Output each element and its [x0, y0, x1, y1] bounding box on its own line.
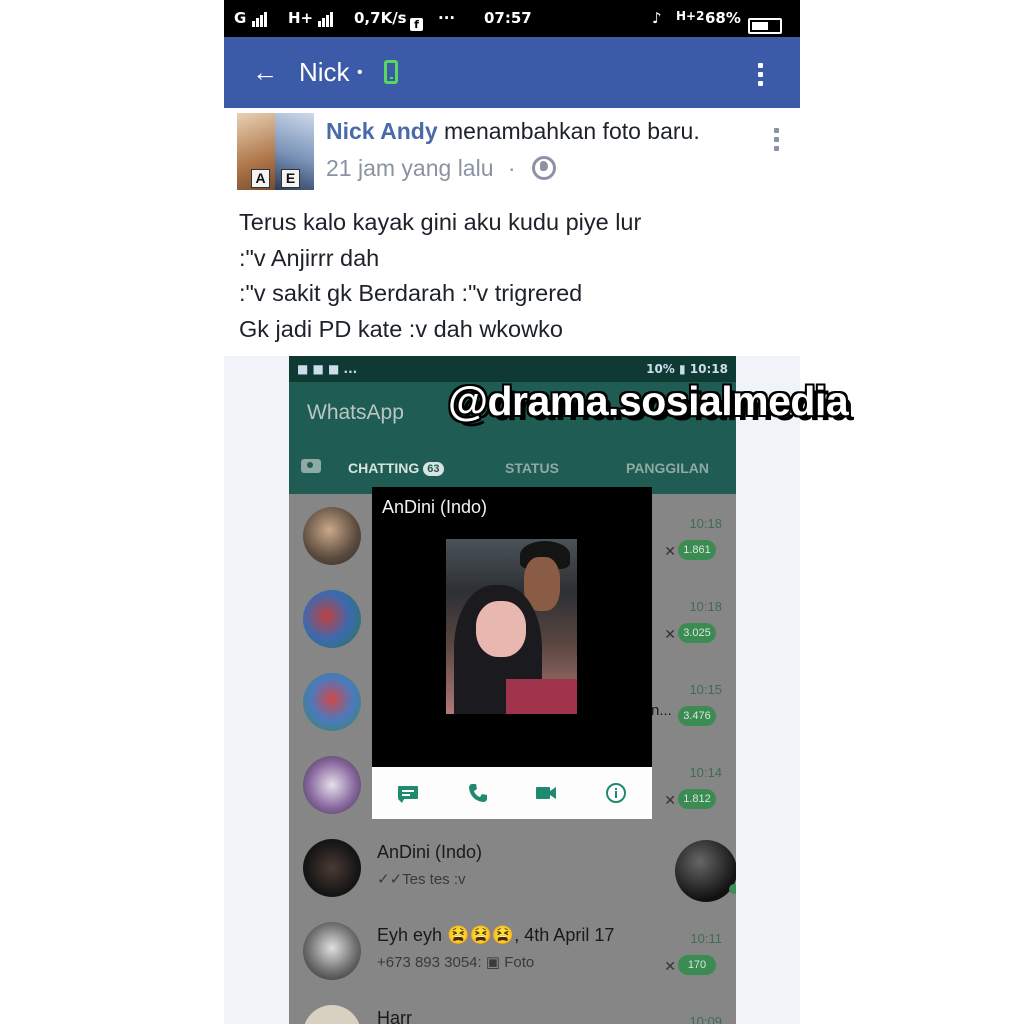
- signal-icon-2: [318, 9, 334, 27]
- unread-badge: 3.025: [678, 623, 716, 643]
- info-icon[interactable]: [604, 781, 628, 805]
- post-line: :"v Anjirrr dah: [239, 244, 380, 271]
- battery-percent: 68%: [705, 9, 741, 27]
- chat-row: Harr 10:09: [289, 992, 736, 1024]
- chat-row: Eyh eyh 😫😫😫, 4th April 17 +673 893 3054:…: [289, 909, 736, 992]
- tab-chatting-count: 63: [423, 462, 444, 476]
- chat-name: Harr: [377, 1008, 412, 1024]
- chat-time: 10:18: [689, 599, 722, 614]
- chat-avatar: [303, 756, 361, 814]
- mute-icon: ✕: [664, 626, 676, 642]
- video-icon[interactable]: [534, 781, 558, 805]
- chat-row: AnDini (Indo) ✓✓Tes tes :v: [289, 826, 736, 909]
- carrier-label-2: H+: [288, 9, 314, 27]
- globe-icon: [531, 156, 556, 180]
- post-options-icon[interactable]: [774, 128, 780, 155]
- mobile-online-icon: [384, 60, 398, 84]
- mute-icon: ♪: [652, 9, 662, 27]
- tab-chatting-label: CHATTING: [348, 460, 420, 476]
- phone-icon[interactable]: [466, 781, 490, 805]
- watermark: @drama.sosialmedia: [448, 378, 849, 424]
- tab-status: STATUS: [505, 460, 559, 476]
- post-photo[interactable]: ■ ■ ■ ... 10% ▮ 10:18 WhatsApp CHATTING 6…: [224, 356, 800, 1024]
- post-action: menambahkan foto baru.: [437, 118, 700, 144]
- post-line: Gk jadi PD kate :v dah wkowko: [239, 315, 563, 342]
- profile-photo: [446, 539, 577, 714]
- unread-badge: 1.812: [678, 789, 716, 809]
- net-speed: 0,7K/s: [354, 9, 407, 27]
- chat-time: 10:18: [689, 516, 722, 531]
- unread-badge: 3.476: [678, 706, 716, 726]
- mute-icon: ✕: [664, 792, 676, 808]
- carrier-label-1: G: [234, 9, 247, 27]
- post-time[interactable]: 21 jam yang lalu: [326, 155, 494, 181]
- mute-icon: ✕: [664, 958, 676, 974]
- popup-action-bar: [372, 767, 652, 819]
- signal-group-1: G: [234, 9, 268, 27]
- popup-contact-name: AnDini (Indo): [382, 497, 488, 517]
- chat-time: 10:11: [690, 931, 722, 946]
- chat-avatar: [303, 673, 361, 731]
- unread-badge: 170: [678, 955, 716, 975]
- message-icon[interactable]: [396, 781, 420, 805]
- post-line: :"v sakit gk Berdarah :"v trigrered: [239, 280, 583, 306]
- chat-preview: +673 893 3054: ▣ Foto: [377, 954, 535, 971]
- chat-avatar: [303, 590, 361, 648]
- network-type: H+2: [676, 9, 705, 23]
- chat-avatar: [303, 839, 361, 897]
- tab-panggilan: PANGGILAN: [626, 460, 709, 476]
- mute-icon: ✕: [664, 543, 676, 559]
- avatar-tag-a: A: [251, 169, 270, 188]
- avatar-tag-e: E: [281, 169, 300, 188]
- phone-screen: G H+ 0,7K/s f ··· 07:57 ♪ H+2 68% ← Nick…: [224, 0, 800, 1024]
- signal-icon: [251, 9, 268, 27]
- app-bar-title: Nick: [299, 57, 350, 87]
- chat-avatar: [303, 922, 361, 980]
- chat-preview: ✓✓Tes tes :v: [377, 871, 466, 888]
- status-bar: G H+ 0,7K/s f ··· 07:57 ♪ H+2 68%: [224, 0, 800, 37]
- chat-preview-trail: n...: [651, 702, 672, 719]
- meta-separator: ·: [507, 155, 516, 181]
- signal-group-2: H+: [288, 9, 334, 27]
- chat-time: 10:14: [689, 765, 722, 780]
- wa-brand: WhatsApp: [307, 401, 404, 424]
- author-name[interactable]: Nick Andy: [326, 118, 438, 144]
- post-meta: 21 jam yang lalu ·: [326, 155, 556, 182]
- app-bar: ← Nick •: [224, 37, 800, 108]
- wa-status-right: 10% ▮ 10:18: [646, 362, 728, 376]
- chat-avatar: [303, 507, 361, 565]
- chat-time: 10:09: [689, 1014, 722, 1024]
- overflow-menu-icon[interactable]: [758, 63, 764, 90]
- chat-name: AnDini (Indo): [377, 842, 483, 862]
- wa-status-left: ■ ■ ■ ...: [297, 362, 358, 376]
- chat-time: 10:15: [689, 682, 722, 697]
- profile-popup: AnDini (Indo): [372, 487, 652, 819]
- post-line: Terus kalo kayak gini aku kudu piye lur: [239, 209, 642, 235]
- author-avatar[interactable]: A E: [237, 113, 314, 190]
- floating-avatar: [675, 840, 736, 902]
- clock: 07:57: [484, 9, 532, 27]
- camera-icon: [301, 459, 321, 473]
- more-notifications: ···: [438, 9, 456, 27]
- chat-avatar: [303, 1005, 361, 1024]
- unread-badge: 1.861: [678, 540, 716, 560]
- title-separator: •: [357, 64, 363, 81]
- tab-chatting: CHATTING 63: [348, 460, 444, 476]
- back-arrow-icon[interactable]: ←: [252, 57, 278, 88]
- post-text: Terus kalo kayak gini aku kudu piye lur …: [239, 205, 641, 347]
- chat-name: Eyh eyh 😫😫😫, 4th April 17: [377, 925, 615, 945]
- whatsapp-screenshot[interactable]: ■ ■ ■ ... 10% ▮ 10:18 WhatsApp CHATTING 6…: [289, 356, 736, 1024]
- post-header: Nick Andy menambahkan foto baru.: [326, 118, 700, 145]
